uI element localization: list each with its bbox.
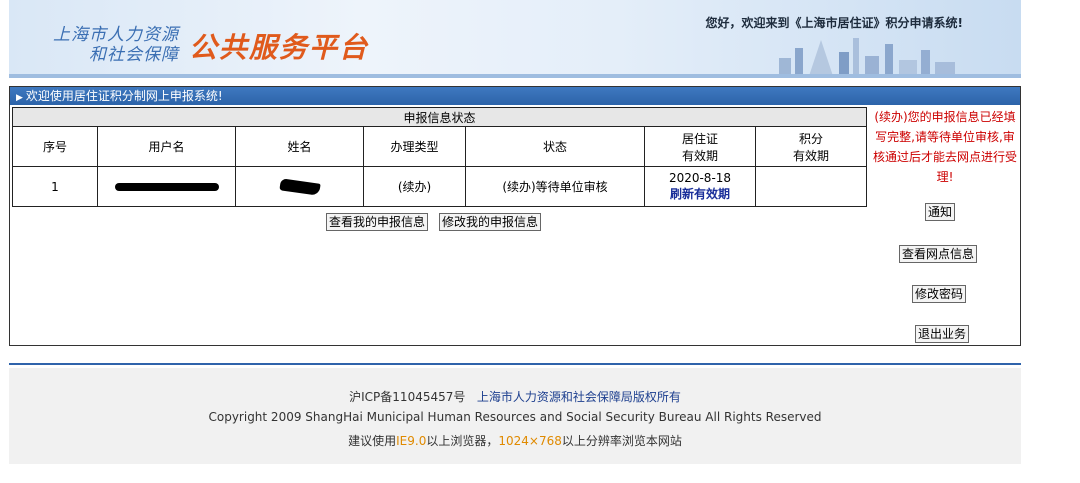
panel-title: 欢迎使用居住证积分制网上申报系统! [25,89,223,103]
browser-suggestion: 建议使用IE9.0以上浏览器，1024×768以上分辨率浏览本网站 [9,432,1021,449]
notify-button[interactable]: 通知 [925,203,956,221]
welcome-message: 您好，欢迎来到《上海市居住证》积分申请系统! [705,16,963,30]
panel-title-bar: ▶ 欢迎使用居住证积分制网上申报系统! [10,87,1020,105]
cell-status: (续办)等待单位审核 [465,166,645,207]
col-header-residence-validity: 有效期 [681,148,718,163]
suggest-suffix: 以上分辨率浏览本网站 [561,434,682,448]
suggest-prefix: 建议使用 [348,434,397,448]
col-header-residence-expiry: 居住证 有效期 [644,126,756,167]
triangle-right-icon: ▶ [16,93,23,103]
suggest-mid: 以上浏览器， [426,434,499,448]
cell-type: (续办) [363,166,466,207]
table-caption: 申报信息状态 [12,107,867,127]
main-panel: ▶ 欢迎使用居住证积分制网上申报系统! 申报信息状态 序号 用户名 姓名 办理类型… [9,86,1021,346]
redacted-name [278,178,321,196]
col-header-index: 序号 [12,126,98,167]
table-header-row: 序号 用户名 姓名 办理类型 状态 居住证 有效期 积分 有效期 [12,126,867,167]
modify-my-application-button[interactable]: 修改我的申报信息 [439,213,542,231]
resolution-value: 1024×768 [498,434,562,448]
copyright-text: Copyright 2009 ShangHai Municipal Human … [208,410,822,424]
footer-line-icp: 沪ICP备11045457号 上海市人力资源和社会保障局版权所有 [9,388,1021,405]
col-header-points-expiry: 积分 有效期 [755,126,867,167]
footer: 沪ICP备11045457号 上海市人力资源和社会保障局版权所有 Copyrig… [9,368,1021,464]
owner-link[interactable]: 上海市人力资源和社会保障局版权所有 [477,390,681,404]
cell-index: 1 [12,166,98,207]
application-status-table: 申报信息状态 序号 用户名 姓名 办理类型 状态 居住证 有效期 积分 有效期 … [12,107,867,207]
cell-name [235,166,364,207]
header-divider [9,74,1021,78]
col-header-status: 状态 [465,126,645,167]
table-row: 1 (续办) (续办)等待单位审核 2020-8-18 刷新有效期 [12,166,867,207]
cell-points-expiry [755,166,867,207]
residence-expiry-date: 2020-8-18 [668,171,732,185]
cell-username [97,166,236,207]
col-header-username: 用户名 [97,126,236,167]
change-password-button[interactable]: 修改密码 [912,285,967,303]
view-outlets-button[interactable]: 查看网点信息 [899,245,978,263]
col-header-points-label: 积分 [798,131,823,146]
footer-divider [9,363,1021,365]
refresh-validity-link[interactable]: 刷新有效期 [645,185,755,202]
col-header-type: 办理类型 [363,126,466,167]
cell-residence-expiry: 2020-8-18 刷新有效期 [644,166,756,207]
browser-version: IE9.0 [396,434,427,448]
status-notice: (续办)您的申报信息已经填写完整,请等待单位审核,审核通过后才能去网点进行受理! [872,110,1017,184]
logo-platform-title: 公共服务平台 [189,31,370,64]
city-skyline-image [779,38,955,76]
col-header-points-validity: 有效期 [792,148,829,163]
view-my-application-button[interactable]: 查看我的申报信息 [326,213,429,231]
col-header-residence-label: 居住证 [681,131,718,146]
logo-text-line2: 和社会保障 [89,45,179,65]
logout-button[interactable]: 退出业务 [915,325,970,343]
redacted-username [114,183,219,191]
header-banner: 上海市人力资源 和社会保障 公共服务平台 您好，欢迎来到《上海市居住证》积分申请… [9,0,1021,76]
icp-number: 沪ICP备11045457号 [349,390,466,404]
col-header-name: 姓名 [235,126,364,167]
